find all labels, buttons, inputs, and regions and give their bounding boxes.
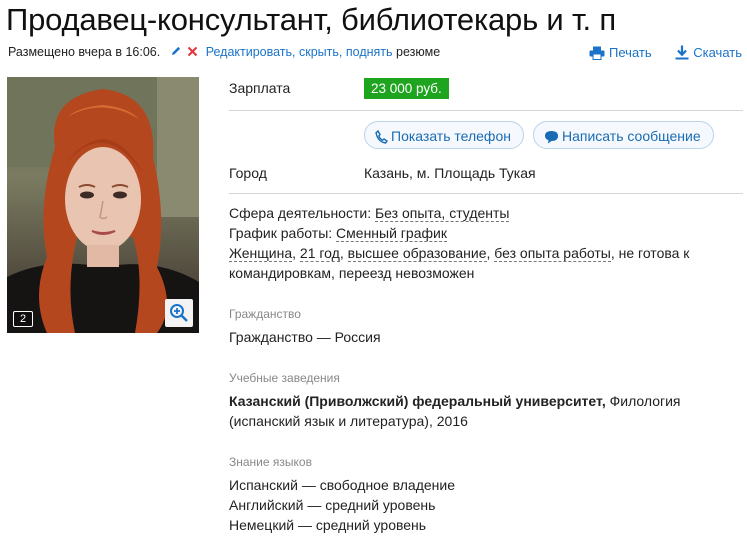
message-icon xyxy=(545,131,558,144)
citizenship-value: Гражданство — Россия xyxy=(229,329,381,345)
posting-info: Размещено вчера в 16:06. Редактировать, … xyxy=(8,45,440,60)
education-level[interactable]: высшее образование xyxy=(347,245,487,262)
download-link[interactable]: Скачать xyxy=(675,45,742,60)
download-label: Скачать xyxy=(693,45,742,60)
print-link[interactable]: Печать xyxy=(589,45,655,60)
age-value[interactable]: 21 год xyxy=(299,245,340,262)
posted-time: Размещено вчера в 16:06. xyxy=(8,45,161,59)
gender-value[interactable]: Женщина xyxy=(229,245,293,262)
details-block: Сфера деятельности: Без опыта, студенты … xyxy=(229,205,690,281)
print-label: Печать xyxy=(609,45,652,60)
city-label: Город xyxy=(229,165,267,181)
language-item: Немецкий — средний уровень xyxy=(229,517,427,533)
divider xyxy=(229,110,743,111)
salary-badge: 23 000 руб. xyxy=(364,78,449,99)
delete-icon[interactable] xyxy=(187,46,198,60)
profile-photo[interactable]: 2 xyxy=(7,77,199,333)
top-actions: Печать Скачать xyxy=(569,45,742,60)
schedule-value[interactable]: Сменный график xyxy=(336,225,447,242)
divider xyxy=(229,193,743,194)
pencil-icon[interactable] xyxy=(170,45,182,60)
schedule-label: График работы: xyxy=(229,225,333,241)
raise-link[interactable]: поднять xyxy=(346,45,393,59)
portrait-image xyxy=(7,77,199,333)
education-entry: Казанский (Приволжский) федеральный унив… xyxy=(229,391,699,431)
zoom-button[interactable] xyxy=(165,299,193,327)
citizenship-heading: Гражданство xyxy=(229,307,301,321)
language-item: Испанский — свободное владение xyxy=(229,477,455,493)
write-message-button[interactable]: Написать сообщение xyxy=(533,121,714,149)
education-heading: Учебные заведения xyxy=(229,371,340,385)
photo-count-badge: 2 xyxy=(13,311,33,327)
page-title: Продавец-консультант, библиотекарь и т. … xyxy=(6,2,616,37)
salary-label: Зарплата xyxy=(229,80,291,96)
languages-list: Испанский — свободное владение Английски… xyxy=(229,475,455,535)
printer-icon xyxy=(589,46,605,60)
write-message-label: Написать сообщение xyxy=(562,128,701,144)
zoom-in-icon xyxy=(170,304,188,322)
experience-value[interactable]: без опыта работы xyxy=(494,245,611,262)
phone-icon xyxy=(375,129,388,144)
edit-link[interactable]: Редактировать xyxy=(206,45,292,59)
languages-heading: Знание языков xyxy=(229,455,312,469)
city-value: Казань, м. Площадь Тукая xyxy=(364,165,536,181)
institution-name: Казанский (Приволжский) федеральный унив… xyxy=(229,393,606,409)
language-item: Английский — средний уровень xyxy=(229,497,436,513)
resume-word: резюме xyxy=(396,45,441,59)
show-phone-button[interactable]: Показать телефон xyxy=(364,121,524,149)
sphere-value[interactable]: Без опыта, студенты xyxy=(374,205,510,222)
hide-link[interactable]: скрыть xyxy=(299,45,339,59)
separator: , xyxy=(292,45,296,59)
separator: , xyxy=(338,45,343,59)
sphere-label: Сфера деятельности: xyxy=(229,205,372,221)
download-icon xyxy=(675,45,689,60)
show-phone-label: Показать телефон xyxy=(391,128,511,144)
